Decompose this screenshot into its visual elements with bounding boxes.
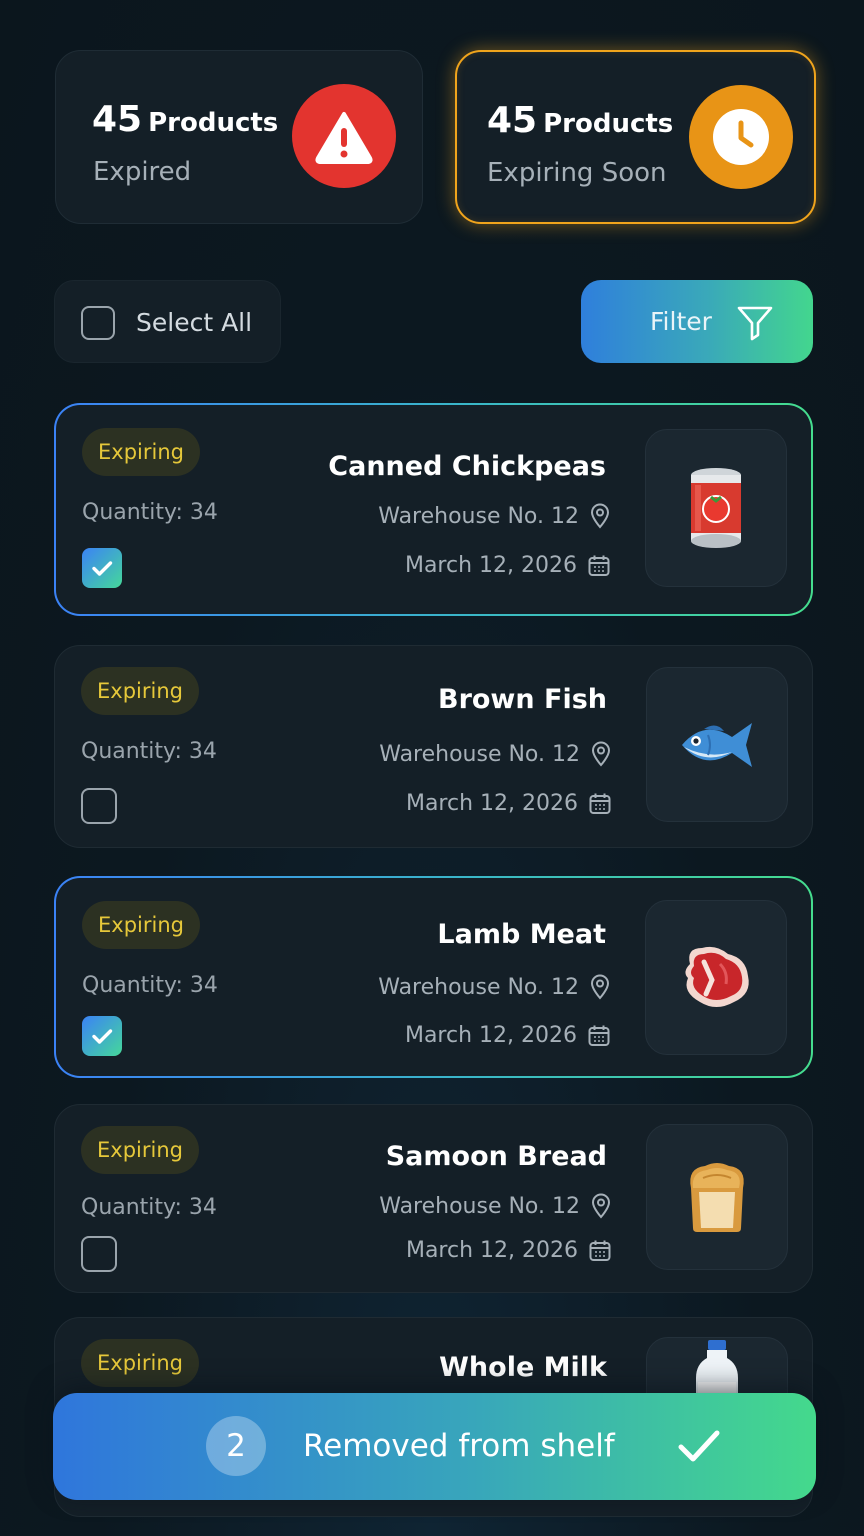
location-text: Warehouse No. 12 <box>378 503 579 529</box>
calendar-icon <box>589 1240 611 1261</box>
product-checkbox[interactable] <box>82 548 122 588</box>
product-date: March 12, 2026 <box>406 791 612 816</box>
checkmark-icon <box>678 1430 720 1462</box>
fish-icon <box>682 722 752 767</box>
expiring-soon-count: 45 <box>487 100 538 141</box>
product-checkbox[interactable] <box>81 1236 117 1272</box>
product-name: Canned Chickpeas <box>328 451 606 482</box>
product-location: Warehouse No. 12 <box>379 741 612 767</box>
product-checkbox[interactable] <box>81 788 117 824</box>
product-card[interactable]: Expiring Quantity: 34 Canned Chickpeas W… <box>54 403 813 616</box>
date-text: March 12, 2026 <box>404 553 577 578</box>
select-all-checkbox[interactable] <box>81 306 115 340</box>
selected-count-badge: 2 <box>206 1416 266 1476</box>
clock-icon <box>689 85 793 189</box>
product-image <box>646 1124 788 1270</box>
product-card[interactable]: Expiring Quantity: 34 Samoon Bread Wareh… <box>54 1104 813 1293</box>
product-checkbox[interactable] <box>82 1016 122 1056</box>
location-pin-icon <box>591 1193 611 1219</box>
product-name: Samoon Bread <box>385 1141 607 1172</box>
expiring-soon-label: Expiring Soon <box>487 158 667 188</box>
location-pin-icon <box>590 974 610 1000</box>
location-pin-icon <box>590 503 610 529</box>
status-badge: Expiring <box>81 1339 199 1387</box>
status-badge: Expiring <box>82 428 200 476</box>
calendar-icon <box>588 555 610 576</box>
expired-label: Expired <box>93 157 192 187</box>
bread-icon <box>690 1163 744 1232</box>
status-badge: Expiring <box>81 667 199 715</box>
expired-count-title: 45 Products <box>92 99 278 140</box>
warning-triangle-icon <box>292 84 396 188</box>
select-all-label: Select All <box>136 308 253 337</box>
funnel-icon <box>735 302 775 346</box>
status-badge: Expiring <box>81 1126 199 1174</box>
screen: 45 Products Expired 45 Products Expiring S… <box>0 0 864 1536</box>
expired-unit: Products <box>148 108 279 138</box>
expiring-soon-unit: Products <box>543 109 674 139</box>
product-date: March 12, 2026 <box>406 1238 612 1263</box>
product-image <box>645 429 787 587</box>
canned-food-icon <box>691 468 741 548</box>
calendar-icon <box>588 1025 610 1046</box>
product-quantity: Quantity: 34 <box>81 1195 217 1220</box>
expired-summary-card[interactable]: 45 Products Expired <box>55 50 423 224</box>
meat-icon <box>685 946 749 1007</box>
product-quantity: Quantity: 34 <box>82 500 218 525</box>
date-text: March 12, 2026 <box>404 1023 577 1048</box>
expiring-soon-summary-card[interactable]: 45 Products Expiring Soon <box>455 50 816 224</box>
location-text: Warehouse No. 12 <box>379 741 580 767</box>
product-card[interactable]: Expiring Quantity: 34 Lamb Meat Warehous… <box>54 876 813 1078</box>
product-card[interactable]: Expiring Quantity: 34 Brown Fish Warehou… <box>54 645 813 848</box>
status-badge: Expiring <box>82 901 200 949</box>
location-pin-icon <box>591 741 611 767</box>
product-date: March 12, 2026 <box>405 1023 611 1048</box>
product-name: Lamb Meat <box>437 919 606 950</box>
product-quantity: Quantity: 34 <box>81 739 217 764</box>
select-all-button[interactable]: Select All <box>54 280 281 363</box>
product-location: Warehouse No. 12 <box>379 1193 612 1219</box>
calendar-icon <box>589 793 611 814</box>
remove-from-shelf-button[interactable]: 2 Removed from shelf <box>53 1393 816 1500</box>
product-image <box>645 900 787 1055</box>
product-location: Warehouse No. 12 <box>378 503 611 529</box>
product-quantity: Quantity: 34 <box>82 973 218 998</box>
location-text: Warehouse No. 12 <box>379 1193 580 1219</box>
product-name: Brown Fish <box>437 684 607 715</box>
date-text: March 12, 2026 <box>405 791 578 816</box>
product-location: Warehouse No. 12 <box>378 974 611 1000</box>
product-date: March 12, 2026 <box>405 553 611 578</box>
location-text: Warehouse No. 12 <box>378 974 579 1000</box>
expiring-soon-count-title: 45 Products <box>487 100 673 141</box>
date-text: March 12, 2026 <box>405 1238 578 1263</box>
product-image <box>646 667 788 822</box>
filter-label: Filter <box>650 307 712 336</box>
remove-from-shelf-label: Removed from shelf <box>303 1428 615 1464</box>
expired-count: 45 <box>92 99 143 140</box>
product-name: Whole Milk <box>439 1352 607 1383</box>
filter-button[interactable]: Filter <box>581 280 813 363</box>
